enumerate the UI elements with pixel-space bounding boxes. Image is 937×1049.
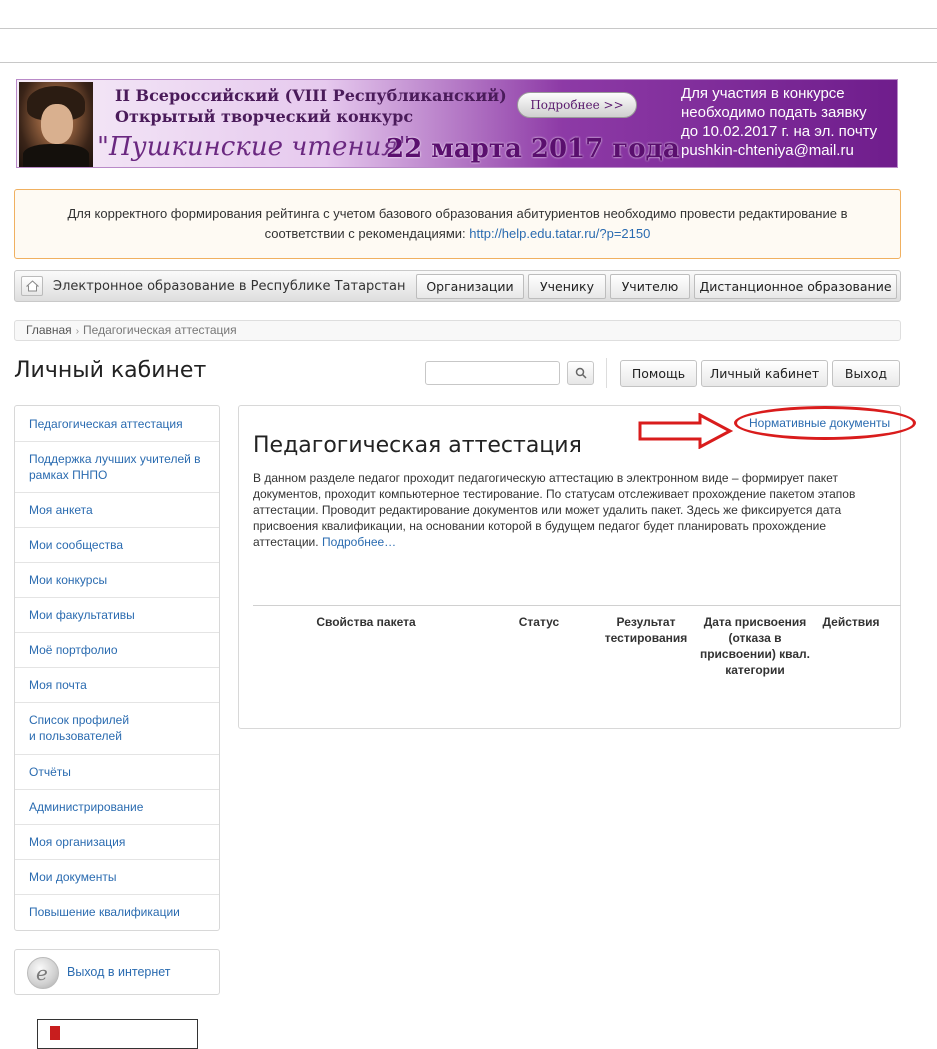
sidebar-item-mail[interactable]: Моя почта	[15, 668, 219, 703]
search-input[interactable]	[425, 361, 560, 385]
banner-line2: Открытый творческий конкурс	[115, 107, 414, 126]
internet-exit-button[interactable]: e Выход в интернет	[14, 949, 220, 995]
table-header-package[interactable]: Свойства пакета	[301, 614, 431, 630]
top-navbar: Электронное образование в Республике Тат…	[14, 270, 901, 302]
sidebar-item-label: Отчёты	[29, 765, 71, 779]
notice-text: Для корректного формирования рейтинга с …	[67, 206, 848, 241]
breadcrumb-home[interactable]: Главная	[26, 323, 72, 337]
main-content-panel: Нормативные документы Педагогическая атт…	[238, 405, 901, 729]
table-header-status[interactable]: Статус	[507, 614, 571, 630]
sidebar-item-label: Поддержка лучших учителей в рамках ПНПО	[29, 452, 201, 482]
banner-info-line: Для участия в конкурсе	[681, 85, 845, 102]
banner-date: 22 марта 2017 года	[386, 134, 680, 164]
nav-student[interactable]: Ученику	[528, 274, 606, 299]
contest-banner[interactable]: II Всероссийский (VIII Республиканский) …	[16, 79, 898, 168]
internet-explorer-icon: e	[27, 957, 59, 989]
sidebar-item-label: Список профилей	[29, 713, 130, 727]
notice-link[interactable]: http://help.edu.tatar.ru/?p=2150	[469, 226, 650, 241]
sidebar-item-qualification[interactable]: Повышение квалификации	[15, 895, 219, 930]
more-link[interactable]: Подробнее…	[322, 535, 396, 549]
table-header-rule	[253, 605, 901, 606]
banner-info: Для участия в конкурсе необходимо подать…	[681, 84, 897, 160]
page-title: Личный кабинет	[14, 358, 207, 383]
table-header-result[interactable]: Результат тестирования	[599, 614, 693, 646]
breadcrumb-separator: ›	[75, 326, 80, 337]
bottom-widget	[37, 1019, 198, 1049]
top-divider	[0, 28, 937, 29]
sidebar-item-label: Моя анкета	[29, 503, 93, 517]
banner-email: pushkin-chteniya@mail.ru	[681, 142, 854, 159]
sidebar-item-label: Мои документы	[29, 870, 117, 884]
sidebar-menu: Педагогическая аттестация Поддержка лучш…	[14, 405, 220, 931]
red-arrow-annotation	[638, 413, 734, 449]
breadcrumb: Главная › Педагогическая аттестация	[14, 320, 901, 341]
sidebar-item-profiles-list[interactable]: Список профилей и пользователей	[15, 703, 219, 755]
table-header-date[interactable]: Дата присвоения (отказа в присвоении) кв…	[697, 614, 813, 678]
sidebar-item-label: Педагогическая аттестация	[29, 417, 183, 431]
sidebar-item-label: Повышение квалификации	[29, 905, 180, 919]
content-title: Педагогическая аттестация	[253, 433, 582, 458]
logout-button[interactable]: Выход	[832, 360, 900, 387]
sidebar-item-label: Администрирование	[29, 800, 144, 814]
nav-distance-education[interactable]: Дистанционное образование	[694, 274, 897, 299]
site-title[interactable]: Электронное образование в Республике Тат…	[53, 279, 405, 294]
sidebar-item-label: Мои конкурсы	[29, 573, 108, 587]
breadcrumb-current: Педагогическая аттестация	[83, 323, 237, 337]
notice-box: Для корректного формирования рейтинга с …	[14, 189, 901, 259]
sidebar-item-label: и пользователей	[29, 729, 122, 743]
sidebar-item-label: Моё портфолио	[29, 643, 118, 657]
sidebar-item-profile[interactable]: Моя анкета	[15, 493, 219, 528]
sidebar-item-reports[interactable]: Отчёты	[15, 755, 219, 790]
top-divider-2	[0, 62, 937, 63]
sidebar-item-label: Мои факультативы	[29, 608, 135, 622]
sidebar-item-contests[interactable]: Мои конкурсы	[15, 563, 219, 598]
home-button[interactable]	[21, 276, 43, 296]
sidebar-item-label: Мои сообщества	[29, 538, 124, 552]
banner-line1: II Всероссийский (VIII Республиканский)	[115, 86, 507, 105]
sidebar-item-electives[interactable]: Мои факультативы	[15, 598, 219, 633]
banner-info-line: необходимо подать заявку	[681, 104, 867, 121]
help-button[interactable]: Помощь	[620, 360, 697, 387]
search-button[interactable]	[567, 361, 594, 385]
search-icon	[575, 367, 587, 379]
red-ellipse-annotation	[734, 406, 916, 440]
sidebar-item-portfolio[interactable]: Моё портфолио	[15, 633, 219, 668]
sidebar-item-label: Моя организация	[29, 835, 126, 849]
sidebar-item-documents[interactable]: Мои документы	[15, 860, 219, 895]
sidebar-item-best-teachers[interactable]: Поддержка лучших учителей в рамках ПНПО	[15, 442, 219, 493]
sidebar-item-label: Моя почта	[29, 678, 87, 692]
sidebar-item-administration[interactable]: Администрирование	[15, 790, 219, 825]
personal-cabinet-button[interactable]: Личный кабинет	[701, 360, 828, 387]
table-header-actions[interactable]: Действия	[819, 614, 883, 630]
nav-teacher[interactable]: Учителю	[610, 274, 690, 299]
banner-more-button[interactable]: Подробнее >>	[517, 92, 637, 118]
bottom-widget-logo	[50, 1026, 60, 1040]
header-divider	[606, 358, 607, 388]
content-description: В данном разделе педагог проходит педаго…	[253, 470, 863, 550]
sidebar-item-communities[interactable]: Мои сообщества	[15, 528, 219, 563]
banner-info-line: до 10.02.2017 г. на эл. почту	[681, 123, 878, 140]
sidebar-item-attestation[interactable]: Педагогическая аттестация	[15, 406, 219, 442]
nav-organizations[interactable]: Организации	[416, 274, 524, 299]
banner-script-title: "Пушкинские чтения"	[97, 132, 411, 162]
pushkin-portrait-image	[19, 82, 93, 167]
sidebar-item-organization[interactable]: Моя организация	[15, 825, 219, 860]
home-icon	[26, 280, 39, 292]
internet-exit-label: Выход в интернет	[67, 965, 171, 979]
